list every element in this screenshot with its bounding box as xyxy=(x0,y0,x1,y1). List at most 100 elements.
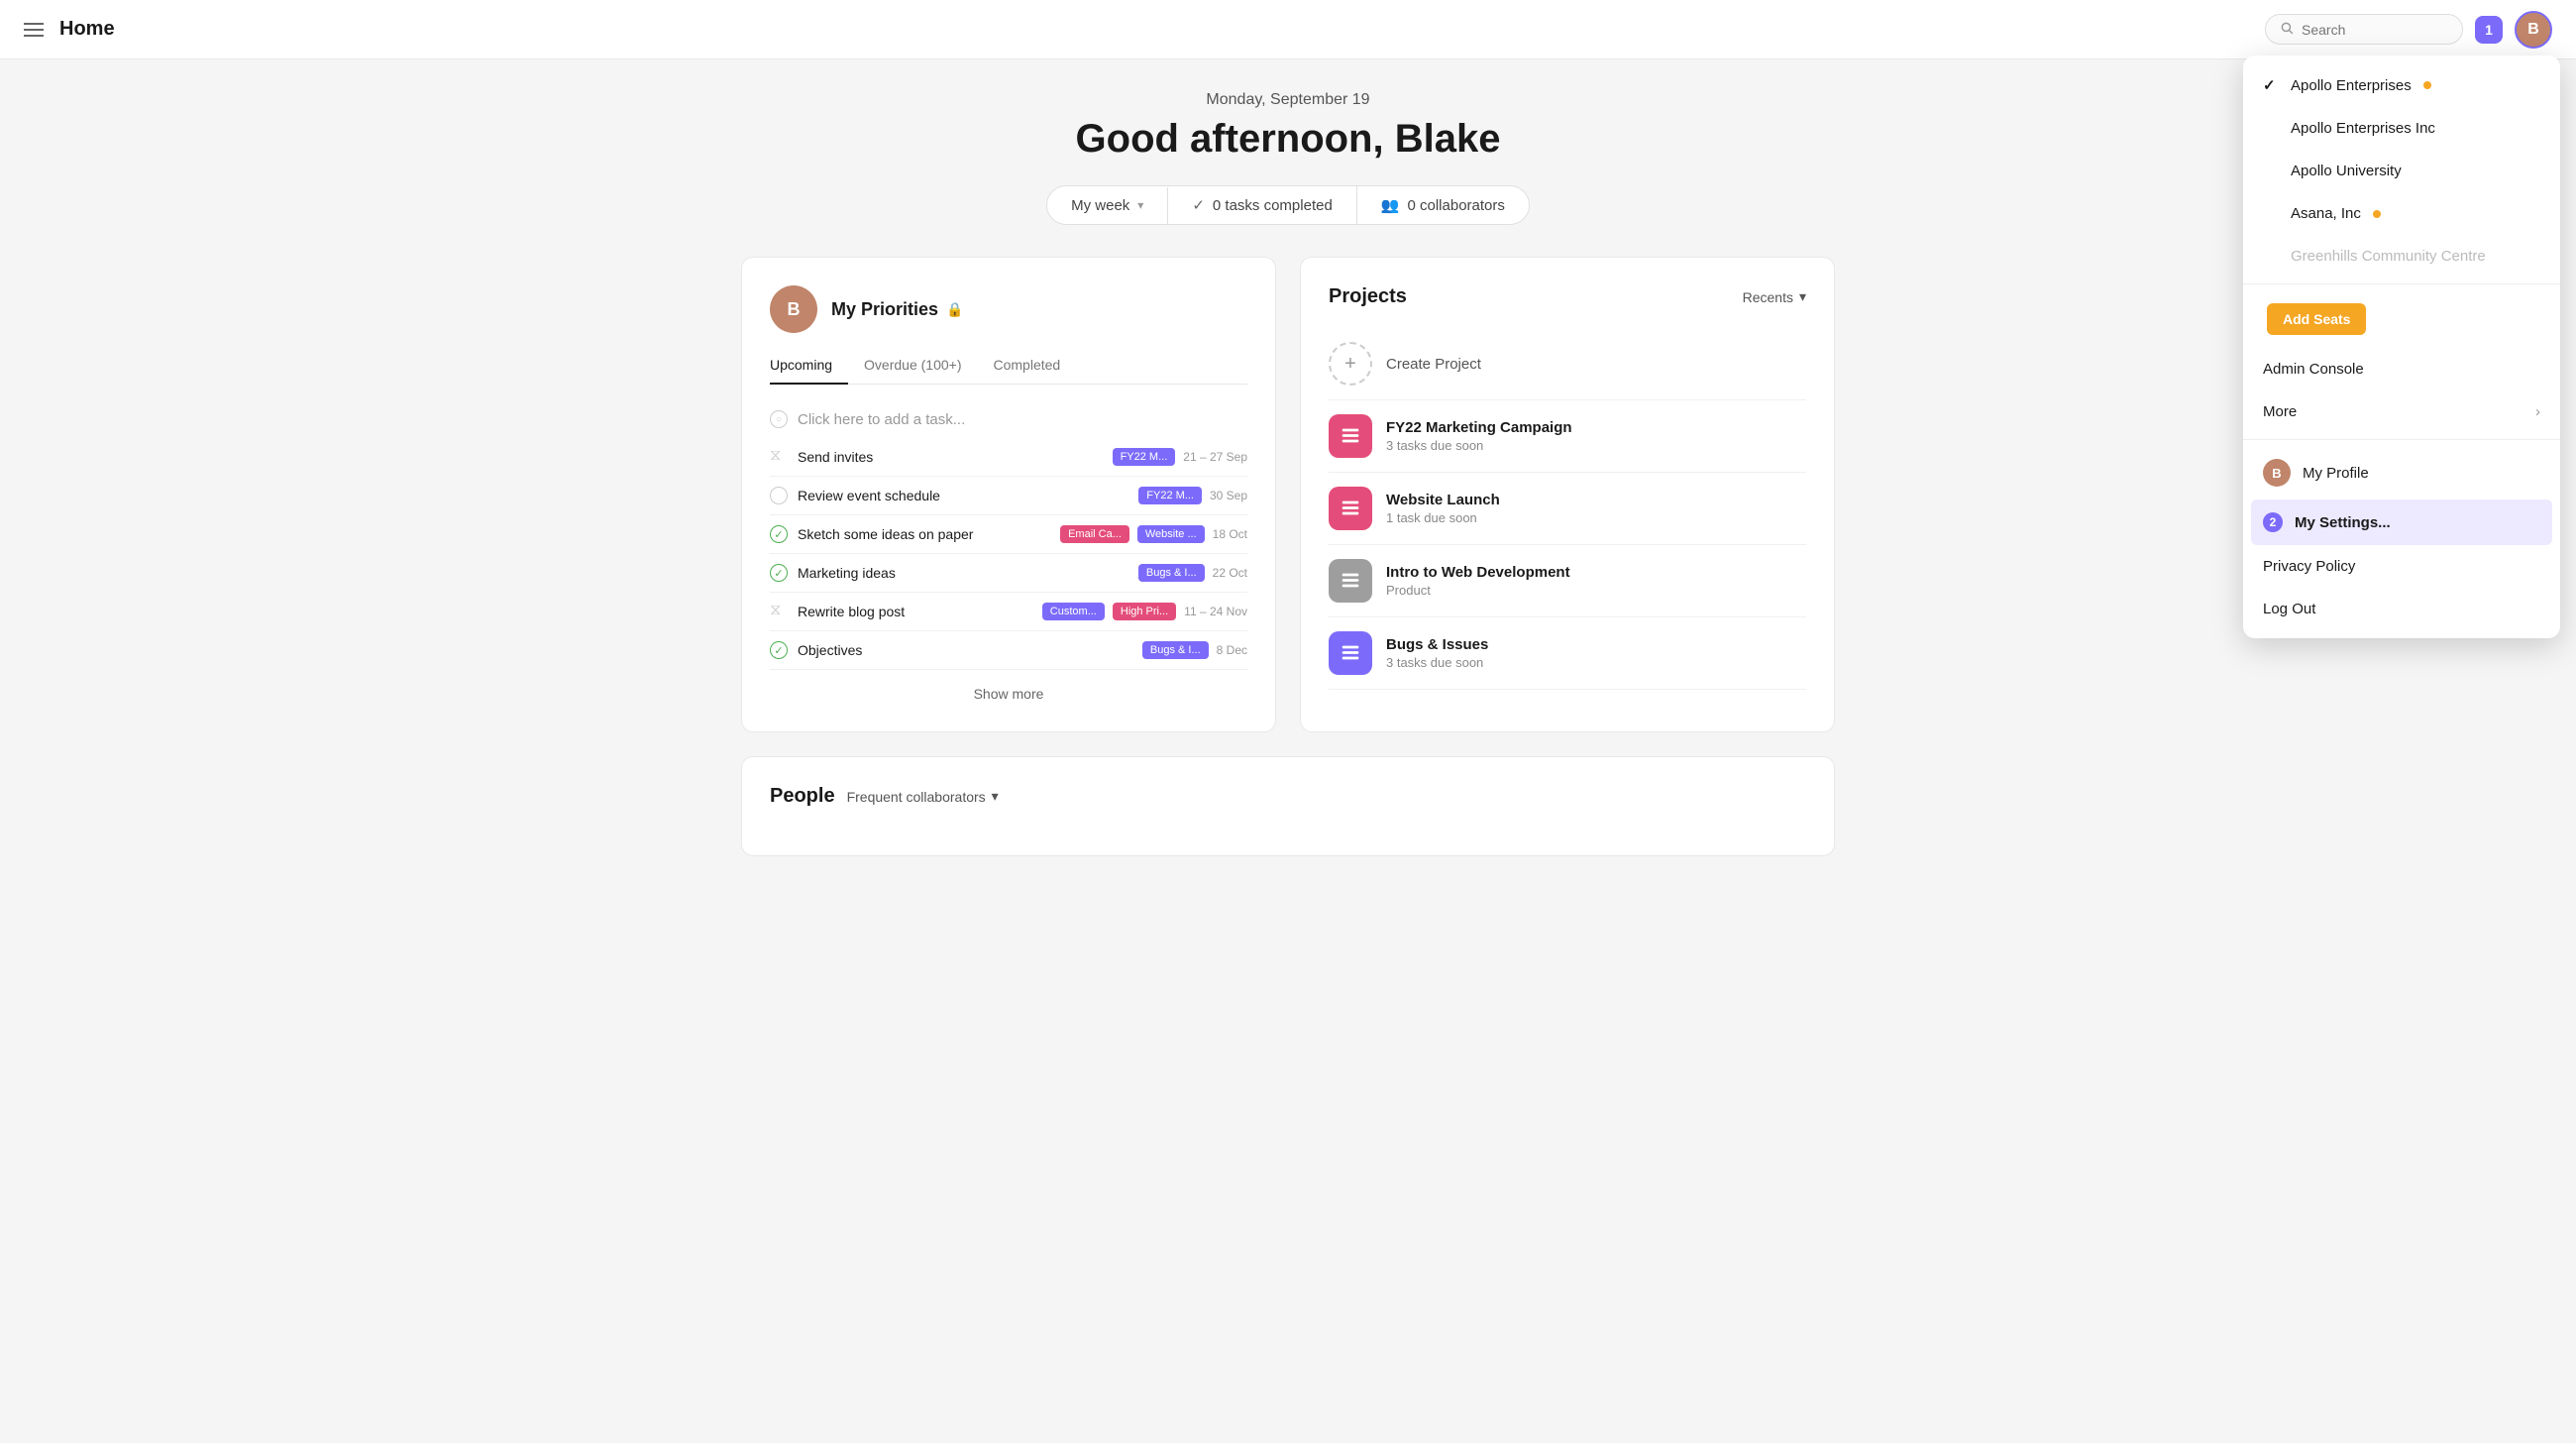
project-sub: 1 task due soon xyxy=(1386,510,1500,525)
tab-upcoming[interactable]: Upcoming xyxy=(770,349,848,385)
task-item[interactable]: ⧖ Rewrite blog post Custom...High Pri...… xyxy=(770,593,1247,631)
search-input[interactable] xyxy=(2302,22,2430,38)
project-sub: 3 tasks due soon xyxy=(1386,438,1572,453)
search-icon xyxy=(2280,21,2294,38)
check-circle-icon: ✓ xyxy=(770,641,788,659)
task-tag: Bugs & I... xyxy=(1138,564,1205,582)
avatar-button[interactable]: B xyxy=(2515,11,2552,49)
project-info: Bugs & Issues 3 tasks due soon xyxy=(1386,636,1488,670)
search-box[interactable] xyxy=(2265,14,2463,45)
main-content: Monday, September 19 Good afternoon, Bla… xyxy=(694,59,1882,888)
show-more: Show more xyxy=(770,670,1247,704)
task-tag: FY22 M... xyxy=(1138,487,1202,504)
log-out-label: Log Out xyxy=(2263,601,2315,617)
my-week-stat[interactable]: My week ▾ xyxy=(1047,187,1168,224)
task-left: ⧖ Rewrite blog post xyxy=(770,603,905,620)
task-tag: High Pri... xyxy=(1113,603,1176,620)
project-icon xyxy=(1329,631,1372,675)
people-title: People xyxy=(770,785,835,808)
task-left: ✓ Marketing ideas xyxy=(770,564,896,582)
my-profile-item[interactable]: BMy Profile xyxy=(2243,446,2560,500)
admin-console-label: Admin Console xyxy=(2263,361,2364,378)
task-right: FY22 M... 21 – 27 Sep xyxy=(1113,448,1247,466)
project-item[interactable]: Bugs & Issues 3 tasks due soon xyxy=(1329,617,1806,690)
task-date: 22 Oct xyxy=(1213,566,1247,580)
project-info: Intro to Web Development Product xyxy=(1386,564,1570,598)
collaborators-value: 0 collaborators xyxy=(1408,197,1505,214)
project-list: FY22 Marketing Campaign 3 tasks due soon… xyxy=(1329,400,1806,690)
projects-title: Projects xyxy=(1329,285,1407,308)
task-list: ⧖ Send invites FY22 M... 21 – 27 Sep Rev… xyxy=(770,438,1247,670)
dropdown-org-apollo-enterprises-inc[interactable]: Apollo Enterprises Inc xyxy=(2243,107,2560,150)
check-circle-icon: ✓ xyxy=(770,525,788,543)
task-item[interactable]: ✓ Objectives Bugs & I... 8 Dec xyxy=(770,631,1247,670)
task-tag: FY22 M... xyxy=(1113,448,1176,466)
tasks-completed-stat: ✓ 0 tasks completed xyxy=(1168,186,1355,224)
project-item[interactable]: Website Launch 1 task due soon xyxy=(1329,473,1806,545)
dropdown-divider xyxy=(2243,283,2560,284)
project-icon xyxy=(1329,487,1372,530)
task-tag: Website ... xyxy=(1137,525,1205,543)
project-info: Website Launch 1 task due soon xyxy=(1386,492,1500,525)
dropdown-org-greenhills-community-centre[interactable]: Greenhills Community Centre xyxy=(2243,235,2560,278)
org-name: Greenhills Community Centre xyxy=(2291,248,2486,265)
task-name: Send invites xyxy=(798,449,873,465)
add-seats-button[interactable]: Add Seats xyxy=(2267,303,2366,335)
task-date: 21 – 27 Sep xyxy=(1183,450,1247,464)
hourglass-icon: ⧖ xyxy=(770,603,788,620)
project-item[interactable]: FY22 Marketing Campaign 3 tasks due soon xyxy=(1329,400,1806,473)
task-name: Objectives xyxy=(798,642,862,658)
people-card: People Frequent collaborators ▾ xyxy=(741,756,1835,856)
chevron-down-icon: ▾ xyxy=(992,788,999,805)
dropdown-org-asana,-inc[interactable]: Asana, Inc xyxy=(2243,192,2560,235)
project-name: Website Launch xyxy=(1386,492,1500,508)
tab-overdue[interactable]: Overdue (100+) xyxy=(848,349,977,385)
hero-section: Monday, September 19 Good afternoon, Bla… xyxy=(741,91,1835,225)
recents-button[interactable]: Recents ▾ xyxy=(1743,288,1806,305)
tab-completed[interactable]: Completed xyxy=(977,349,1076,385)
project-info: FY22 Marketing Campaign 3 tasks due soon xyxy=(1386,419,1572,453)
add-seats-row: Add Seats xyxy=(2243,290,2560,348)
task-name: Rewrite blog post xyxy=(798,604,905,619)
task-date: 11 – 24 Nov xyxy=(1184,605,1247,618)
task-item[interactable]: ✓ Marketing ideas Bugs & I... 22 Oct xyxy=(770,554,1247,593)
task-left: ✓ Sketch some ideas on paper xyxy=(770,525,973,543)
settings-badge: 2 xyxy=(2263,512,2283,532)
task-item[interactable]: Review event schedule FY22 M... 30 Sep xyxy=(770,477,1247,515)
org-name: Apollo Enterprises xyxy=(2291,77,2412,94)
lock-icon: 🔒 xyxy=(946,301,963,318)
more-item[interactable]: More› xyxy=(2243,390,2560,433)
more-label: More xyxy=(2263,403,2297,420)
show-more-button[interactable]: Show more xyxy=(974,686,1044,702)
task-item[interactable]: ✓ Sketch some ideas on paper Email Ca...… xyxy=(770,515,1247,554)
add-task-row[interactable]: ○ Click here to add a task... xyxy=(770,400,1247,438)
project-item[interactable]: Intro to Web Development Product xyxy=(1329,545,1806,617)
project-sub: 3 tasks due soon xyxy=(1386,655,1488,670)
status-dot xyxy=(2373,210,2381,218)
frequent-collaborators-button[interactable]: Frequent collaborators ▾ xyxy=(847,788,999,805)
task-date: 30 Sep xyxy=(1210,489,1247,502)
topbar-right: 1 B xyxy=(2265,11,2552,49)
org-name: Apollo University xyxy=(2291,163,2402,179)
projects-card: Projects Recents ▾ + Create Project FY22… xyxy=(1300,257,1835,732)
notification-badge[interactable]: 1 xyxy=(2475,16,2503,44)
task-item[interactable]: ⧖ Send invites FY22 M... 21 – 27 Sep xyxy=(770,438,1247,477)
dropdown-org-apollo-enterprises[interactable]: ✓Apollo Enterprises xyxy=(2243,63,2560,107)
privacy-policy-label: Privacy Policy xyxy=(2263,558,2355,575)
people-header: People Frequent collaborators ▾ xyxy=(770,785,1806,808)
privacy-policy-item[interactable]: Privacy Policy xyxy=(2243,545,2560,588)
dropdown-org-apollo-university[interactable]: Apollo University xyxy=(2243,150,2560,192)
hamburger-menu[interactable] xyxy=(24,23,44,37)
dropdown-divider xyxy=(2243,439,2560,440)
add-task-label: Click here to add a task... xyxy=(798,411,965,428)
my-settings-item[interactable]: 2My Settings... xyxy=(2251,500,2552,545)
hero-date: Monday, September 19 xyxy=(741,91,1835,109)
create-project-row[interactable]: + Create Project xyxy=(1329,328,1806,400)
task-left: ⧖ Send invites xyxy=(770,448,873,466)
check-icon: ✓ xyxy=(1192,196,1205,214)
hero-greeting: Good afternoon, Blake xyxy=(741,117,1835,162)
task-date: 18 Oct xyxy=(1213,527,1247,541)
topbar-left: Home xyxy=(24,18,115,41)
log-out-item[interactable]: Log Out xyxy=(2243,588,2560,630)
admin-console-item[interactable]: Admin Console xyxy=(2243,348,2560,390)
